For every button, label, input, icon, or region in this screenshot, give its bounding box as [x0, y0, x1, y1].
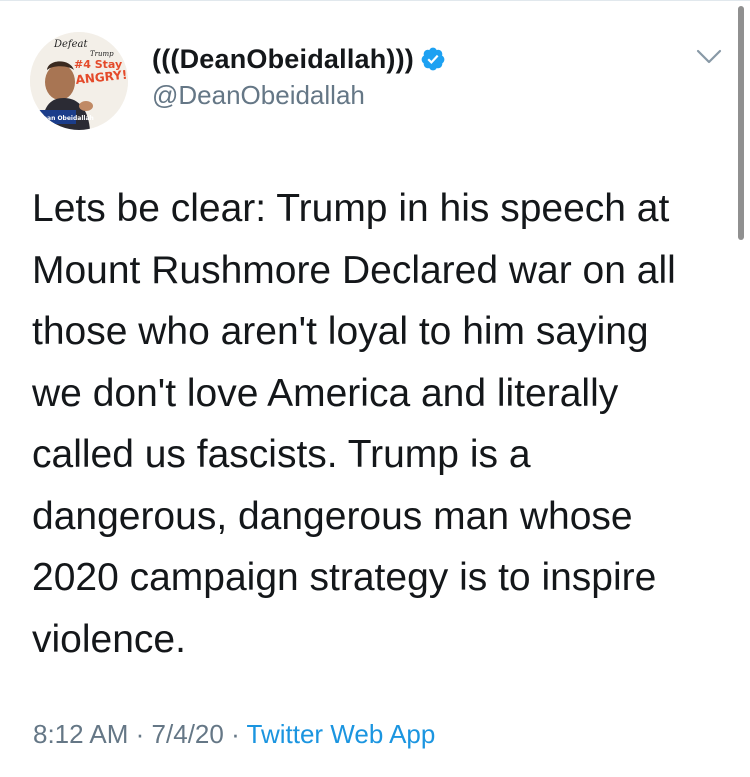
scrollbar[interactable]: [738, 6, 744, 240]
tweet-source-link[interactable]: Twitter Web App: [247, 719, 436, 749]
tweet-text: Lets be clear: Trump in his speech at Mo…: [32, 187, 676, 661]
tweet-date[interactable]: 7/4/20: [152, 719, 224, 749]
avatar-text-show: Dean Obeidallah: [38, 115, 94, 122]
name-row: (((DeanObeidallah))): [152, 41, 446, 77]
meta-separator: ·: [135, 719, 145, 749]
top-divider: [0, 0, 750, 1]
chevron-down-icon[interactable]: [696, 48, 722, 66]
avatar-image: Defeat Trump #4 Stay ANGRY! Dean Obeidal…: [30, 32, 128, 130]
verified-badge-icon: [420, 46, 446, 72]
tweet-card: Defeat Trump #4 Stay ANGRY! Dean Obeidal…: [0, 0, 750, 777]
tweet-time[interactable]: 8:12 AM: [33, 719, 128, 749]
display-name[interactable]: (((DeanObeidallah))): [152, 44, 414, 75]
meta-separator: ·: [231, 719, 240, 749]
avatar[interactable]: Defeat Trump #4 Stay ANGRY! Dean Obeidal…: [30, 32, 128, 130]
tweet-meta: 8:12 AM · 7/4/20 · Twitter Web App: [33, 719, 435, 750]
user-handle[interactable]: @DeanObeidallah: [152, 80, 365, 111]
avatar-text-trump: Trump: [90, 50, 114, 58]
avatar-text-defeat: Defeat: [53, 39, 89, 50]
